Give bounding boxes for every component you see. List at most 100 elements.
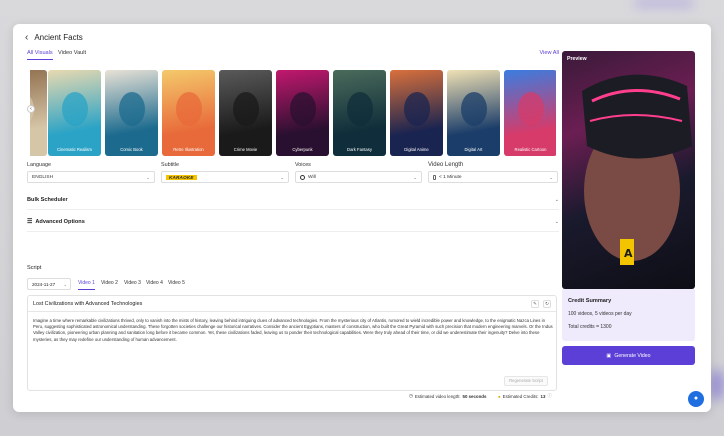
background-decoration xyxy=(634,0,694,6)
video-length-value: < 1 Minute xyxy=(439,174,462,180)
style-thumbnail xyxy=(233,92,259,126)
chevron-down-icon: ⌄ xyxy=(280,175,284,180)
estimated-credits: ● Estimated Credits: 13 ⓘ xyxy=(498,393,552,399)
tab-video-vault[interactable]: Video Vault xyxy=(58,50,86,59)
style-card[interactable]: Digital Anime xyxy=(390,70,443,156)
edit-icon[interactable]: ✎ xyxy=(531,300,539,308)
estimated-length-label: Estimated video length: xyxy=(414,393,461,399)
style-card-label: Cyberpunk xyxy=(292,147,313,152)
chevron-down-icon: ⌄ xyxy=(554,218,559,225)
style-card[interactable]: Cinematic Realism xyxy=(48,70,101,156)
tab-video-2[interactable]: Video 2 xyxy=(101,280,118,289)
style-card-label: Digital Art xyxy=(464,147,483,152)
script-title-row: Lost Civilizations with Advanced Technol… xyxy=(28,296,556,312)
coin-icon: ● xyxy=(498,393,501,399)
chevron-down-icon: ⌄ xyxy=(413,175,417,180)
video-length-label: Video Length xyxy=(428,162,464,168)
style-card-label: Crime Movie xyxy=(233,147,258,152)
subtitle-label: Subtitle xyxy=(161,162,179,168)
style-card[interactable]: Dark Fantasy xyxy=(333,70,386,156)
style-card[interactable]: Retro Illustration xyxy=(162,70,215,156)
tab-video-1[interactable]: Video 1 xyxy=(78,280,95,290)
preview-label: Preview xyxy=(567,56,587,62)
language-select[interactable]: ENGLISH ⌄ xyxy=(27,171,155,183)
style-card[interactable]: Digital Art xyxy=(447,70,500,156)
style-card[interactable]: Realistic Cartoon xyxy=(504,70,556,156)
chat-support-icon[interactable]: ● xyxy=(688,391,704,407)
estimated-credits-value: 13 xyxy=(540,393,546,399)
generate-video-label: Generate Video xyxy=(614,352,651,359)
style-thumbnail xyxy=(404,92,430,126)
create-video-modal: ‹ Ancient Facts All Visuals Video Vault … xyxy=(13,24,711,412)
modal-header: ‹ Ancient Facts xyxy=(25,32,83,43)
advanced-options-toggle[interactable]: ☰ Advanced Options ⌄ xyxy=(27,212,559,232)
style-card[interactable]: Crime Movie xyxy=(219,70,272,156)
generate-video-button[interactable]: ▣ Generate Video xyxy=(562,346,695,365)
preview-panel: A Preview xyxy=(562,51,695,289)
script-title: Lost Civilizations with Advanced Technol… xyxy=(33,301,143,307)
voice-play-icon xyxy=(300,174,305,180)
subtitle-style-chip: KARAOKE xyxy=(166,174,197,180)
view-all-link[interactable]: View All xyxy=(540,50,560,56)
advanced-options-heading: ☰ Advanced Options xyxy=(27,218,85,226)
voices-select[interactable]: Will ⌄ xyxy=(295,171,422,183)
refresh-icon[interactable]: ↻ xyxy=(543,300,551,308)
credit-summary: Credit Summary 100 videos, 5 videos per … xyxy=(562,289,695,341)
clock-icon: ◷ xyxy=(409,393,413,398)
voices-value: Will xyxy=(308,174,316,180)
bulk-scheduler-label: Bulk Scheduler xyxy=(27,196,68,203)
estimated-length: ◷ Estimated video length: 50 seconds xyxy=(409,393,486,399)
style-thumbnail xyxy=(176,92,202,126)
voices-label: Voices xyxy=(295,162,311,168)
video-length-select[interactable]: < 1 Minute ⌄ xyxy=(428,171,558,183)
tab-all-visuals[interactable]: All Visuals xyxy=(27,50,53,60)
style-card[interactable]: Comic Book xyxy=(105,70,158,156)
style-card-label: Dark Fantasy xyxy=(347,147,372,152)
credit-summary-videos: 100 videos, 5 videos per day xyxy=(568,311,632,317)
style-thumbnail xyxy=(119,92,145,126)
style-card[interactable]: ...ite xyxy=(30,70,47,156)
regenerate-script-button[interactable]: Regenerate Script xyxy=(504,376,548,386)
editor-panel: All Visuals Video Vault View All ...ite C… xyxy=(27,50,571,399)
estimated-credits-label: Estimated Credits: xyxy=(502,393,539,399)
background-decoration xyxy=(710,370,724,400)
style-thumbnail xyxy=(62,92,88,126)
chevron-down-icon: ⌄ xyxy=(63,282,67,287)
style-card-label: Cinematic Realism xyxy=(57,147,92,152)
script-label: Script xyxy=(27,265,42,271)
language-value: ENGLISH xyxy=(32,174,54,180)
style-card-label: ...ite xyxy=(30,147,47,152)
style-card-label: Digital Anime xyxy=(404,147,429,152)
credit-summary-total: Total credits = 1300 xyxy=(568,324,612,330)
video-icon: ▣ xyxy=(606,352,612,359)
credit-summary-title: Credit Summary xyxy=(568,298,612,304)
style-thumbnail xyxy=(290,92,316,126)
tab-video-3[interactable]: Video 3 xyxy=(124,280,141,289)
tab-video-4[interactable]: Video 4 xyxy=(146,280,163,289)
tab-video-5[interactable]: Video 5 xyxy=(168,280,185,289)
estimated-length-value: 50 seconds xyxy=(462,393,487,399)
style-thumbnail xyxy=(347,92,373,126)
sliders-icon: ☰ xyxy=(27,219,33,225)
carousel-prev-icon[interactable]: ‹ xyxy=(27,105,35,113)
chevron-down-icon: ⌄ xyxy=(554,196,559,203)
preview-image: A xyxy=(582,74,692,265)
date-select[interactable]: 2024-11-27 ⌄ xyxy=(27,278,71,290)
style-card-label: Retro Illustration xyxy=(173,147,204,152)
style-tabs: All Visuals Video Vault View All xyxy=(27,50,559,64)
phone-icon xyxy=(433,174,436,180)
style-card-label: Comic Book xyxy=(120,147,143,152)
script-text[interactable]: Imagine a time where remarkable civiliza… xyxy=(33,318,553,343)
style-thumbnail xyxy=(518,92,544,126)
bulk-scheduler-toggle[interactable]: Bulk Scheduler ⌄ xyxy=(27,190,559,210)
chevron-down-icon: ⌄ xyxy=(146,175,150,180)
svg-text:A: A xyxy=(624,247,633,260)
style-carousel: ...ite Cinematic Realism Comic Book Retro I… xyxy=(30,70,556,156)
style-card-label: Realistic Cartoon xyxy=(514,147,547,152)
style-card[interactable]: Cyberpunk xyxy=(276,70,329,156)
subtitle-select[interactable]: KARAOKE ⌄ xyxy=(161,171,289,183)
date-value: 2024-11-27 xyxy=(32,281,56,287)
advanced-options-label: Advanced Options xyxy=(35,218,85,225)
back-arrow-icon[interactable]: ‹ xyxy=(25,32,28,43)
script-editor[interactable]: Lost Civilizations with Advanced Technol… xyxy=(27,295,557,391)
